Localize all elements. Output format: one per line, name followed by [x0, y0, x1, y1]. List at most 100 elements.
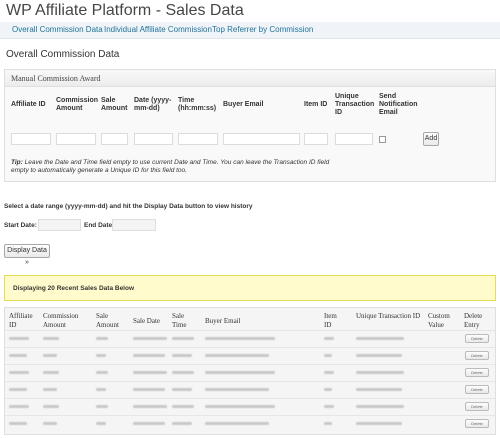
delete-entry-button[interactable]: Delete — [465, 419, 489, 428]
table-cell-blurred — [172, 371, 194, 374]
affiliate-id-input[interactable] — [11, 133, 51, 145]
table-cell-blurred — [133, 405, 167, 408]
table-cell-blurred — [356, 405, 404, 408]
table-row-divider — [5, 398, 495, 399]
tip-label: Tip: — [11, 159, 23, 166]
table-cell-blurred — [43, 337, 59, 340]
th-sale-date: Sale Date — [133, 317, 161, 325]
table-cell-blurred — [9, 371, 29, 374]
col-item-id: Item ID — [304, 101, 328, 108]
table-cell-blurred — [172, 405, 194, 408]
add-button[interactable]: Add — [423, 132, 439, 146]
col-date: Date (yyyy-mm-dd) — [134, 97, 172, 112]
col-affiliate-id: Affiliate ID — [11, 101, 46, 108]
th-sale-time: Sale Time — [172, 312, 187, 329]
th-delete-entry: Delete Entry — [464, 312, 483, 329]
date-input[interactable] — [134, 133, 173, 145]
table-cell-blurred — [324, 354, 332, 357]
table-cell-blurred — [324, 337, 334, 340]
delete-entry-button[interactable]: Delete — [465, 402, 489, 411]
start-date-input[interactable] — [38, 219, 81, 231]
delete-entry-button[interactable]: Delete — [465, 368, 489, 377]
table-cell-blurred — [43, 354, 57, 357]
table-cell-blurred — [205, 371, 275, 374]
table-cell-blurred — [172, 354, 192, 357]
table-cell-blurred — [133, 371, 167, 374]
th-custom-value: Custom Value — [428, 312, 450, 329]
table-cell-blurred — [96, 337, 108, 340]
recent-sales-notice-text: Displaying 20 Recent Sales Data Below — [13, 285, 135, 292]
table-cell-blurred — [205, 337, 275, 340]
send-notification-checkbox[interactable] — [379, 136, 386, 143]
table-cell-blurred — [356, 371, 404, 374]
table-row-divider — [5, 381, 495, 382]
table-cell-blurred — [324, 405, 334, 408]
table-cell-blurred — [172, 337, 194, 340]
table-cell-blurred — [43, 405, 59, 408]
tab-individual-affiliate-commission[interactable]: Individual Affiliate Commission — [104, 25, 212, 34]
tab-top-referrer-by-commission[interactable]: Top Referrer by Commission — [212, 25, 313, 34]
delete-entry-button[interactable]: Delete — [465, 351, 489, 360]
col-sale-amount: Sale Amount — [101, 97, 128, 112]
commission-amount-input[interactable] — [56, 133, 96, 145]
table-cell-blurred — [324, 422, 332, 425]
tab-overall-commission-data[interactable]: Overall Commission Data — [12, 25, 103, 34]
table-cell-blurred — [9, 337, 29, 340]
unique-transaction-id-input[interactable] — [335, 133, 373, 145]
th-affiliate-id: Affiliate ID — [9, 312, 33, 329]
display-data-button[interactable]: Display Data » — [4, 244, 50, 266]
time-input[interactable] — [178, 133, 218, 145]
table-cell-blurred — [9, 354, 27, 357]
table-cell-blurred — [96, 371, 108, 374]
start-date-label: Start Date: — [4, 222, 37, 229]
col-commission-amount: Commission Amount — [56, 97, 99, 112]
table-cell-blurred — [356, 422, 402, 425]
end-date-input[interactable] — [112, 219, 156, 231]
table-cell-blurred — [205, 405, 275, 408]
col-buyer-email: Buyer Email — [223, 101, 264, 108]
th-unique-transaction-id: Unique Transaction ID — [356, 312, 421, 320]
table-cell-blurred — [356, 388, 402, 391]
table-cell-blurred — [133, 337, 167, 340]
table-cell-blurred — [133, 422, 165, 425]
buyer-email-input[interactable] — [223, 133, 300, 145]
manual-commission-award-title: Manual Commission Award — [5, 70, 495, 87]
th-item-id: Item ID — [324, 312, 337, 329]
page-title: WP Affiliate Platform - Sales Data — [6, 2, 244, 19]
table-cell-blurred — [324, 371, 334, 374]
col-send-notification-email: Send Notification Email — [379, 93, 418, 116]
recent-sales-notice: Displaying 20 Recent Sales Data Below — [4, 275, 496, 301]
table-cell-blurred — [9, 388, 27, 391]
table-cell-blurred — [205, 354, 269, 357]
table-cell-blurred — [9, 405, 29, 408]
section-title: Overall Commission Data — [6, 49, 120, 60]
th-commission-amount: Commission Amount — [43, 312, 79, 329]
sale-amount-input[interactable] — [101, 133, 128, 145]
table-cell-blurred — [96, 422, 106, 425]
table-cell-blurred — [43, 422, 57, 425]
end-date-label: End Date: — [84, 222, 115, 229]
table-cell-blurred — [356, 337, 404, 340]
tab-bar: Overall Commission Data Individual Affil… — [0, 22, 500, 39]
tip-body: Leave the Date and Time field empty to u… — [11, 159, 330, 174]
delete-entry-button[interactable]: Delete — [465, 334, 489, 343]
table-cell-blurred — [43, 371, 59, 374]
table-row-divider — [5, 347, 495, 348]
table-cell-blurred — [133, 388, 165, 391]
manual-commission-award-box: Manual Commission Award Affiliate ID Com… — [4, 69, 496, 182]
table-cell-blurred — [356, 354, 402, 357]
col-unique-transaction-id: Unique Transaction ID — [335, 93, 375, 116]
table-cell-blurred — [96, 405, 108, 408]
sales-data-table: Affiliate ID Commission Amount Sale Amou… — [4, 307, 496, 435]
delete-entry-button[interactable]: Delete — [465, 385, 489, 394]
table-cell-blurred — [9, 422, 27, 425]
item-id-input[interactable] — [304, 133, 328, 145]
table-cell-blurred — [43, 388, 57, 391]
date-range-instruction: Select a date range (yyyy-mm-dd) and hit… — [4, 203, 253, 210]
th-sale-amount: Sale Amount — [96, 312, 119, 329]
table-cell-blurred — [133, 354, 165, 357]
table-cell-blurred — [205, 388, 269, 391]
table-cell-blurred — [96, 354, 106, 357]
table-row-divider — [5, 364, 495, 365]
table-cell-blurred — [205, 422, 269, 425]
